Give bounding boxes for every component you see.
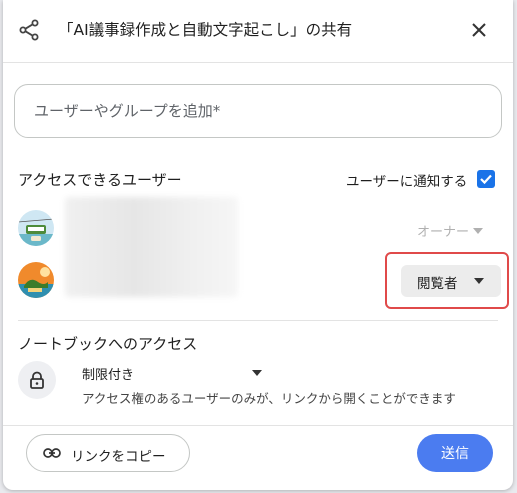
chevron-down-icon xyxy=(474,278,484,284)
copy-link-button[interactable]: リンクをコピー xyxy=(26,434,190,472)
access-heading: アクセスできるユーザー xyxy=(18,171,182,189)
notify-label: ユーザーに通知する xyxy=(346,174,468,190)
send-button[interactable]: 送信 xyxy=(417,434,493,472)
owner-role-label: オーナー xyxy=(417,225,470,240)
copy-link-label: リンクをコピー xyxy=(71,449,166,465)
dialog-title: 「AI議事録作成と自動文字起こし」の共有 xyxy=(58,21,353,39)
dialog-header: 「AI議事録作成と自動文字起こし」の共有 xyxy=(3,0,513,63)
chevron-down-icon[interactable] xyxy=(252,370,262,376)
role-dropdown[interactable]: 閲覧者 xyxy=(401,265,501,297)
lock-icon xyxy=(30,371,44,389)
access-description: アクセス権のあるユーザーのみが、リンクから開くことができます xyxy=(82,391,456,406)
access-mode-dropdown[interactable]: 制限付き xyxy=(82,364,134,383)
owner-role: オーナー xyxy=(417,221,484,240)
share-icon xyxy=(19,19,39,41)
close-icon xyxy=(472,23,486,37)
avatar xyxy=(18,210,54,246)
checkmark-icon xyxy=(480,174,492,185)
link-icon xyxy=(43,448,61,458)
chevron-down-icon xyxy=(473,227,484,234)
divider xyxy=(18,320,498,321)
notebook-access-heading: ノートブックへのアクセス xyxy=(18,335,198,353)
share-dialog: 「AI議事録作成と自動文字起こし」の共有 ユーザーやグループを追加* アクセスで… xyxy=(3,0,513,490)
notify-checkbox[interactable] xyxy=(477,170,495,188)
footer-divider xyxy=(3,425,513,426)
lock-icon-container xyxy=(18,361,56,399)
avatar xyxy=(18,262,54,298)
user-info-blurred xyxy=(65,197,238,297)
close-button[interactable] xyxy=(465,16,493,44)
add-people-input[interactable]: ユーザーやグループを追加* xyxy=(14,84,502,138)
role-dropdown-label: 閲覧者 xyxy=(417,276,458,292)
